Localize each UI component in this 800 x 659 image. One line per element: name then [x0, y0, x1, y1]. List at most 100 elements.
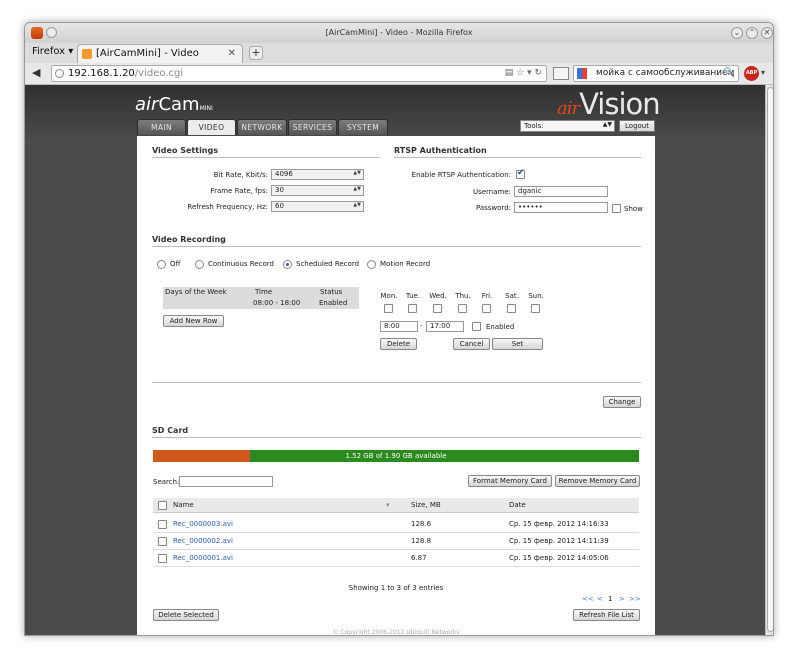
record-continuous-label: Continuous Record — [208, 260, 274, 268]
delete-button[interactable]: Delete — [380, 338, 417, 350]
pager-next[interactable]: > — [619, 595, 625, 603]
pager-last[interactable]: >> — [629, 595, 641, 603]
show-password-checkbox[interactable] — [612, 204, 621, 213]
sort-arrow-icon[interactable]: ▾ — [386, 498, 390, 512]
search-field[interactable]: мойка с самообслуживанием 🔍 — [573, 65, 739, 82]
day-checkbox-thu[interactable] — [458, 304, 467, 313]
close-tab-icon[interactable]: ✕ — [228, 45, 236, 63]
time-to-input[interactable]: 17:00 — [426, 321, 464, 332]
schedule-enabled-checkbox[interactable] — [472, 322, 481, 331]
table-row: Rec_0000002.avi 128.8 Ср. 15 февр. 2012 … — [153, 533, 639, 550]
bookmark-star-icon[interactable]: ▤ ☆ ▾ ↻ — [505, 66, 542, 81]
record-continuous-radio[interactable] — [195, 260, 204, 269]
tab-network[interactable]: NETWORK — [237, 119, 287, 135]
divider — [152, 382, 641, 383]
pager-prev[interactable]: < — [597, 595, 603, 603]
time-separator: - — [420, 322, 423, 330]
tab-main[interactable]: MAIN — [137, 119, 186, 135]
schedule-header-status: Status — [320, 288, 343, 296]
schedule-header-time: Time — [255, 288, 273, 296]
remove-memory-card-button[interactable]: Remove Memory Card — [555, 475, 640, 487]
password-label: Password: — [475, 204, 511, 212]
file-link[interactable]: Rec_0000003.avi — [173, 516, 233, 532]
adblock-menu-arrow-icon[interactable]: ▾ — [761, 68, 765, 77]
file-size: 6.87 — [411, 554, 427, 562]
schedule-row-status[interactable]: Enabled — [319, 299, 347, 307]
sd-card-title: SD Card — [152, 426, 189, 435]
divider — [394, 157, 641, 158]
url-bar[interactable]: 192.168.1.20/video.cgi ▤ ☆ ▾ ↻ — [51, 65, 547, 82]
record-scheduled-radio[interactable] — [283, 260, 292, 269]
day-checkbox-sun[interactable] — [531, 304, 540, 313]
mail-icon[interactable] — [553, 67, 569, 80]
row-checkbox[interactable] — [158, 537, 167, 546]
row-checkbox[interactable] — [158, 554, 167, 563]
refresh-file-list-button[interactable]: Refresh File List — [573, 609, 640, 621]
set-button[interactable]: Set — [492, 338, 543, 350]
firefox-menu-button[interactable]: Firefox ▾ — [32, 46, 73, 57]
pager-current[interactable]: 1 — [608, 595, 612, 603]
username-input[interactable]: dganic — [514, 186, 608, 197]
close-window-icon[interactable]: ✕ — [761, 27, 773, 39]
day-label-sun: Sun. — [528, 292, 544, 300]
day-checkbox-mon[interactable] — [384, 304, 393, 313]
rtsp-enable-checkbox[interactable] — [516, 168, 525, 179]
tab-services[interactable]: SERVICES — [288, 119, 337, 135]
bitrate-select[interactable]: 4096 ▲▼ — [271, 169, 364, 180]
refresh-select[interactable]: 60 ▲▼ — [271, 201, 364, 212]
pager-first[interactable]: << — [582, 595, 594, 603]
magnifier-icon[interactable]: 🔍 — [724, 66, 735, 81]
new-tab-button[interactable]: + — [249, 46, 263, 60]
maximize-icon[interactable]: ⌃ — [746, 27, 758, 39]
video-panel: Video Settings Bit Rate, Kbit/s: 4096 ▲▼ … — [137, 136, 655, 635]
browser-window: [AirCamMini] - Video - Mozilla Firefox ⌄… — [24, 22, 774, 636]
password-input[interactable]: •••••• — [514, 202, 608, 213]
day-checkbox-tue[interactable] — [408, 304, 417, 313]
tab-video[interactable]: VIDEO — [187, 119, 236, 135]
time-from-input[interactable]: 8:00 — [380, 321, 418, 332]
tab-bar: Firefox ▾ [AirCamMini] - Video ✕ + — [25, 43, 773, 63]
record-motion-label: Motion Record — [380, 260, 431, 268]
divider — [152, 437, 641, 438]
tools-select[interactable]: Tools: ▲▼ — [520, 120, 615, 132]
logout-button[interactable]: Logout — [619, 120, 655, 132]
cancel-button[interactable]: Cancel — [453, 338, 490, 350]
browser-tab[interactable]: [AirCamMini] - Video ✕ — [77, 44, 243, 63]
schedule-enabled-label: Enabled — [486, 323, 515, 331]
navigation-bar: ◀ 192.168.1.20/video.cgi ▤ ☆ ▾ ↻ мойка с… — [25, 63, 773, 85]
file-search-input[interactable] — [179, 476, 273, 487]
row-checkbox[interactable] — [158, 520, 167, 529]
change-button[interactable]: Change — [603, 396, 641, 408]
column-size[interactable]: Size, MB — [411, 498, 441, 512]
day-label-tue: Tue. — [405, 292, 421, 300]
back-arrow-icon[interactable]: ◀ — [32, 66, 40, 79]
search-value: мойка с самообслуживанием — [596, 68, 735, 78]
adblock-icon[interactable]: ABP — [744, 66, 759, 81]
rtsp-title: RTSP Authentication — [394, 146, 487, 155]
entries-info: Showing 1 to 3 of 3 entries — [348, 584, 444, 592]
vertical-scrollbar[interactable] — [765, 85, 773, 635]
framerate-select[interactable]: 30 ▲▼ — [271, 185, 364, 196]
divider — [152, 246, 641, 247]
tab-system[interactable]: SYSTEM — [338, 119, 388, 135]
column-name[interactable]: Name — [173, 498, 194, 512]
file-link[interactable]: Rec_0000002.avi — [173, 533, 233, 549]
record-off-radio[interactable] — [157, 260, 166, 269]
minimize-icon[interactable]: ⌄ — [731, 27, 743, 39]
select-all-checkbox[interactable] — [158, 501, 167, 510]
schedule-row-time[interactable]: 08:00 - 18:00 — [253, 299, 300, 307]
window-menu-icon[interactable] — [46, 27, 57, 38]
video-settings-title: Video Settings — [152, 146, 218, 155]
table-row: Rec_0000003.avi 128.6 Ср. 15 февр. 2012 … — [153, 516, 639, 533]
record-motion-radio[interactable] — [367, 260, 376, 269]
delete-selected-button[interactable]: Delete Selected — [153, 609, 219, 621]
scrollbar-thumb[interactable] — [767, 87, 773, 632]
file-link[interactable]: Rec_0000001.avi — [173, 550, 233, 566]
format-memory-card-button[interactable]: Format Memory Card — [468, 475, 552, 487]
column-date[interactable]: Date — [509, 498, 526, 512]
day-checkbox-sat[interactable] — [507, 304, 516, 313]
day-checkbox-fri[interactable] — [482, 304, 491, 313]
add-new-row-button[interactable]: Add New Row — [163, 315, 224, 327]
day-checkbox-wed[interactable] — [433, 304, 442, 313]
window-title: [AirCamMini] - Video - Mozilla Firefox — [325, 28, 473, 37]
